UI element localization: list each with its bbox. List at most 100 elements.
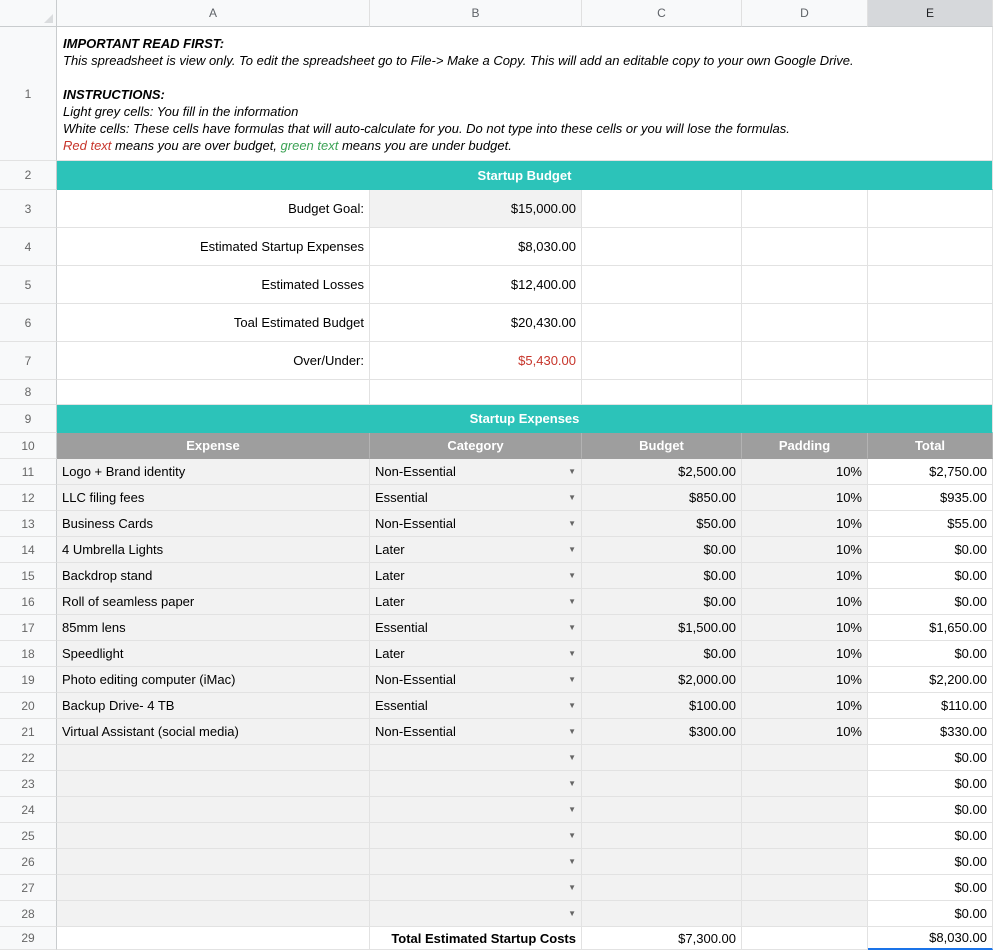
- total-estimated-budget-label-cell[interactable]: Toal Estimated Budget: [57, 304, 370, 342]
- category-cell[interactable]: Later▼: [370, 563, 582, 589]
- empty-cell[interactable]: [742, 190, 868, 228]
- dropdown-arrow-icon[interactable]: ▼: [568, 779, 576, 788]
- dropdown-arrow-icon[interactable]: ▼: [568, 519, 576, 528]
- row-header-6[interactable]: 6: [0, 304, 57, 342]
- padding-cell[interactable]: 10%: [742, 511, 868, 537]
- row-header-19[interactable]: 19: [0, 667, 57, 693]
- padding-cell[interactable]: [742, 771, 868, 797]
- column-header-d[interactable]: D: [742, 0, 868, 27]
- empty-cell[interactable]: [868, 380, 993, 405]
- expense-name-cell[interactable]: Speedlight: [57, 641, 370, 667]
- dropdown-arrow-icon[interactable]: ▼: [568, 467, 576, 476]
- padding-cell[interactable]: 10%: [742, 459, 868, 485]
- empty-cell[interactable]: [582, 228, 742, 266]
- total-cell[interactable]: $0.00: [868, 537, 993, 563]
- category-cell[interactable]: Essential▼: [370, 485, 582, 511]
- category-cell[interactable]: Essential▼: [370, 693, 582, 719]
- empty-cell[interactable]: [582, 190, 742, 228]
- over-under-value-cell[interactable]: $5,430.00: [370, 342, 582, 380]
- grand-total-cell[interactable]: $8,030.00: [868, 927, 993, 950]
- budget-cell[interactable]: [582, 745, 742, 771]
- category-cell[interactable]: ▼: [370, 823, 582, 849]
- total-cell[interactable]: $330.00: [868, 719, 993, 745]
- budget-cell[interactable]: [582, 823, 742, 849]
- padding-cell[interactable]: [742, 745, 868, 771]
- column-header-e[interactable]: E: [868, 0, 993, 27]
- expense-name-cell[interactable]: Business Cards: [57, 511, 370, 537]
- empty-cell[interactable]: [582, 380, 742, 405]
- dropdown-arrow-icon[interactable]: ▼: [568, 753, 576, 762]
- padding-cell[interactable]: 10%: [742, 589, 868, 615]
- column-header-c[interactable]: C: [582, 0, 742, 27]
- padding-cell[interactable]: 10%: [742, 537, 868, 563]
- estimated-expenses-value-cell[interactable]: $8,030.00: [370, 228, 582, 266]
- expense-name-cell[interactable]: Photo editing computer (iMac): [57, 667, 370, 693]
- expense-name-cell[interactable]: [57, 849, 370, 875]
- empty-cell[interactable]: [868, 266, 993, 304]
- budget-cell[interactable]: $0.00: [582, 537, 742, 563]
- budget-cell[interactable]: $100.00: [582, 693, 742, 719]
- empty-cell[interactable]: [868, 190, 993, 228]
- category-cell[interactable]: Later▼: [370, 537, 582, 563]
- row-header-12[interactable]: 12: [0, 485, 57, 511]
- empty-cell[interactable]: [370, 380, 582, 405]
- row-header-24[interactable]: 24: [0, 797, 57, 823]
- dropdown-arrow-icon[interactable]: ▼: [568, 493, 576, 502]
- header-budget[interactable]: Budget: [582, 433, 742, 459]
- total-cell[interactable]: $0.00: [868, 849, 993, 875]
- category-cell[interactable]: ▼: [370, 797, 582, 823]
- budget-cell[interactable]: $2,000.00: [582, 667, 742, 693]
- category-cell[interactable]: ▼: [370, 771, 582, 797]
- dropdown-arrow-icon[interactable]: ▼: [568, 805, 576, 814]
- empty-cell[interactable]: [868, 228, 993, 266]
- budget-cell[interactable]: $300.00: [582, 719, 742, 745]
- expense-name-cell[interactable]: LLC filing fees: [57, 485, 370, 511]
- expense-name-cell[interactable]: [57, 823, 370, 849]
- startup-expenses-banner[interactable]: Startup Expenses: [57, 405, 993, 433]
- dropdown-arrow-icon[interactable]: ▼: [568, 857, 576, 866]
- dropdown-arrow-icon[interactable]: ▼: [568, 649, 576, 658]
- row-header-26[interactable]: 26: [0, 849, 57, 875]
- row-header-2[interactable]: 2: [0, 161, 57, 190]
- row-header-7[interactable]: 7: [0, 342, 57, 380]
- row-header-18[interactable]: 18: [0, 641, 57, 667]
- header-expense[interactable]: Expense: [57, 433, 370, 459]
- total-cell[interactable]: $55.00: [868, 511, 993, 537]
- total-budget-cell[interactable]: $7,300.00: [582, 927, 742, 950]
- expense-name-cell[interactable]: [57, 875, 370, 901]
- column-header-a[interactable]: A: [57, 0, 370, 27]
- expense-name-cell[interactable]: Virtual Assistant (social media): [57, 719, 370, 745]
- row-header-9[interactable]: 9: [0, 405, 57, 433]
- empty-cell[interactable]: [582, 342, 742, 380]
- budget-cell[interactable]: [582, 901, 742, 927]
- category-cell[interactable]: Later▼: [370, 589, 582, 615]
- category-cell[interactable]: ▼: [370, 745, 582, 771]
- expense-name-cell[interactable]: [57, 771, 370, 797]
- category-cell[interactable]: Non-Essential▼: [370, 511, 582, 537]
- dropdown-arrow-icon[interactable]: ▼: [568, 597, 576, 606]
- empty-cell[interactable]: [57, 927, 370, 950]
- total-estimated-budget-value-cell[interactable]: $20,430.00: [370, 304, 582, 342]
- total-cell[interactable]: $0.00: [868, 797, 993, 823]
- total-cell[interactable]: $2,200.00: [868, 667, 993, 693]
- expense-name-cell[interactable]: Roll of seamless paper: [57, 589, 370, 615]
- row-header-15[interactable]: 15: [0, 563, 57, 589]
- empty-cell[interactable]: [868, 342, 993, 380]
- total-cell[interactable]: $0.00: [868, 745, 993, 771]
- empty-cell[interactable]: [57, 380, 370, 405]
- select-all-corner[interactable]: [0, 0, 57, 27]
- total-cell[interactable]: $0.00: [868, 589, 993, 615]
- empty-cell[interactable]: [742, 927, 868, 950]
- row-header-27[interactable]: 27: [0, 875, 57, 901]
- dropdown-arrow-icon[interactable]: ▼: [568, 701, 576, 710]
- budget-cell[interactable]: $2,500.00: [582, 459, 742, 485]
- row-header-29[interactable]: 29: [0, 927, 57, 950]
- padding-cell[interactable]: 10%: [742, 693, 868, 719]
- padding-cell[interactable]: 10%: [742, 485, 868, 511]
- row-header-20[interactable]: 20: [0, 693, 57, 719]
- padding-cell[interactable]: [742, 797, 868, 823]
- total-cell[interactable]: $110.00: [868, 693, 993, 719]
- budget-cell[interactable]: $1,500.00: [582, 615, 742, 641]
- expense-name-cell[interactable]: Logo + Brand identity: [57, 459, 370, 485]
- budget-cell[interactable]: $0.00: [582, 589, 742, 615]
